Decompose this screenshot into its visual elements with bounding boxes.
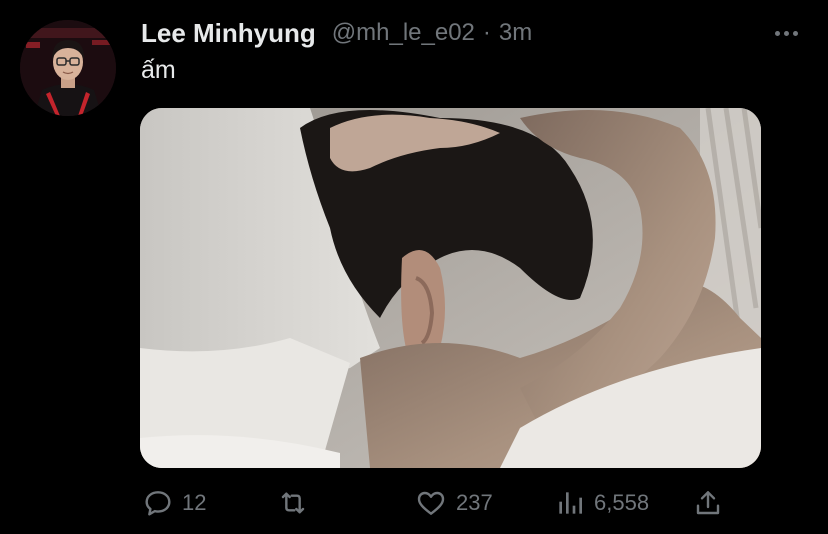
author-avatar[interactable] bbox=[20, 20, 116, 116]
more-dot bbox=[792, 30, 798, 36]
tweet[interactable]: Lee Minhyung @mh_le_e02 · 3m ấm 12 237 6… bbox=[0, 0, 828, 534]
more-horizontal-icon bbox=[774, 30, 780, 36]
avatar-photo bbox=[20, 20, 116, 116]
reply-count: 12 bbox=[182, 490, 207, 515]
retweet-button[interactable] bbox=[276, 483, 310, 523]
tweet-photo[interactable] bbox=[140, 108, 761, 468]
share-icon bbox=[696, 491, 720, 515]
like-button[interactable]: 237 bbox=[414, 483, 493, 523]
like-count: 237 bbox=[456, 490, 493, 515]
more-dot bbox=[783, 30, 789, 36]
share-button[interactable] bbox=[692, 483, 724, 523]
author-name[interactable]: Lee Minhyung bbox=[141, 18, 316, 49]
author-handle[interactable]: @mh_le_e02 bbox=[332, 19, 475, 47]
tweet-header: Lee Minhyung @mh_le_e02 · 3m bbox=[141, 16, 532, 50]
reply-button[interactable]: 12 bbox=[142, 483, 206, 523]
retweet-icon bbox=[281, 492, 305, 514]
tweet-text: ấm bbox=[141, 56, 176, 84]
photo-image bbox=[140, 108, 761, 468]
tweet-timestamp[interactable]: 3m bbox=[499, 19, 532, 47]
views-button[interactable]: 6,558 bbox=[554, 483, 649, 523]
tweet-actions: 12 237 6,558 bbox=[0, 483, 828, 523]
separator-dot: · bbox=[482, 19, 491, 46]
more-options-button[interactable] bbox=[768, 22, 804, 44]
reply-icon bbox=[145, 491, 171, 516]
heart-icon bbox=[417, 491, 445, 515]
analytics-icon bbox=[559, 492, 582, 514]
views-count: 6,558 bbox=[594, 490, 650, 515]
